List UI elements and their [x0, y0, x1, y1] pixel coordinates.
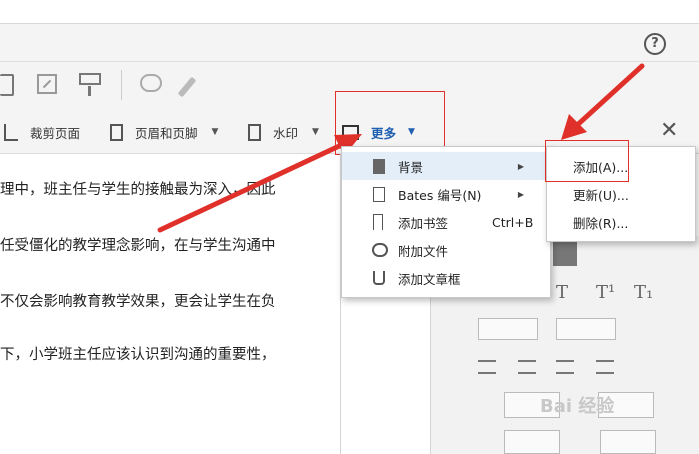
bookmark-icon — [373, 214, 383, 230]
submenu-item-label: 删除(R)... — [573, 215, 629, 231]
menu-item-label: 添加文章框 — [398, 271, 461, 287]
article-icon — [373, 271, 385, 285]
menu-item-add-article[interactable]: 添加文章框 — [342, 264, 550, 292]
chevron-right-icon: ▶ — [517, 189, 524, 199]
more-dropdown-menu: 背景 ▶ Bates 编号(N) ▶ 添加书签 Ctrl+B 附加文件 添加文章… — [341, 146, 551, 298]
attach-icon — [372, 243, 388, 257]
menu-item-label: 附加文件 — [398, 243, 449, 259]
page-icon — [373, 158, 385, 174]
annotation-box-add — [545, 140, 629, 182]
annotation-arrow — [571, 63, 645, 131]
menu-item-add-bookmark[interactable]: 添加书签 Ctrl+B — [342, 208, 550, 236]
menu-item-shortcut: Ctrl+B — [492, 214, 534, 230]
chevron-right-icon: ▶ — [517, 161, 524, 171]
bates-icon — [373, 186, 385, 202]
menu-item-label: 背景 — [398, 159, 424, 175]
menu-item-attach-file[interactable]: 附加文件 — [342, 236, 550, 264]
menu-item-background[interactable]: 背景 ▶ — [342, 152, 550, 180]
submenu-item-label: 更新(U)... — [573, 187, 629, 203]
submenu-item-delete[interactable]: 删除(R)... — [547, 208, 695, 236]
menu-item-label: Bates 编号(N) — [398, 187, 482, 203]
menu-item-bates[interactable]: Bates 编号(N) ▶ — [342, 180, 550, 208]
annotation-arrow — [157, 137, 355, 233]
menu-item-label: 添加书签 — [398, 215, 449, 231]
submenu-item-update[interactable]: 更新(U)... — [547, 180, 695, 208]
